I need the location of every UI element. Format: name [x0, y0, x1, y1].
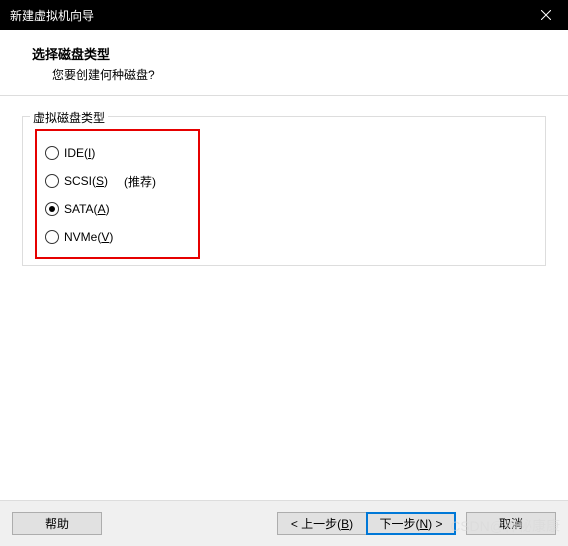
disk-type-fieldset: 虚拟磁盘类型 IDE(I) SCSI(S) (推荐) SATA(A) NVMe(…: [22, 116, 546, 266]
content-area: 虚拟磁盘类型 IDE(I) SCSI(S) (推荐) SATA(A) NVMe(…: [0, 96, 568, 276]
radio-option-ide[interactable]: IDE(I): [45, 139, 188, 167]
radio-label: NVMe(V): [64, 230, 113, 244]
fieldset-legend: 虚拟磁盘类型: [30, 109, 108, 126]
radio-icon: [45, 146, 59, 160]
wizard-footer: 帮助 < 上一步(B) 下一步(N) > 取消: [0, 500, 568, 546]
radio-icon: [45, 202, 59, 216]
radio-icon: [45, 230, 59, 244]
radio-option-nvme[interactable]: NVMe(V): [45, 223, 188, 251]
next-button[interactable]: 下一步(N) >: [366, 512, 456, 535]
radio-label: IDE(I): [64, 146, 95, 160]
radio-icon: [45, 174, 59, 188]
close-button[interactable]: [523, 0, 568, 30]
radio-option-sata[interactable]: SATA(A): [45, 195, 188, 223]
cancel-button[interactable]: 取消: [466, 512, 556, 535]
nav-button-group: < 上一步(B) 下一步(N) >: [277, 512, 456, 535]
back-button[interactable]: < 上一步(B): [277, 512, 367, 535]
recommended-hint: (推荐): [124, 173, 156, 190]
titlebar: 新建虚拟机向导: [0, 0, 568, 30]
radio-label: SCSI(S): [64, 174, 108, 188]
radio-label: SATA(A): [64, 202, 110, 216]
page-title: 选择磁盘类型: [32, 44, 568, 63]
highlight-box: IDE(I) SCSI(S) (推荐) SATA(A) NVMe(V): [35, 129, 200, 259]
window-title: 新建虚拟机向导: [10, 7, 94, 24]
help-button[interactable]: 帮助: [12, 512, 102, 535]
wizard-header: 选择磁盘类型 您要创建何种磁盘?: [0, 30, 568, 96]
page-subtitle: 您要创建何种磁盘?: [52, 66, 568, 83]
radio-option-scsi[interactable]: SCSI(S) (推荐): [45, 167, 188, 195]
close-icon: [541, 10, 551, 20]
